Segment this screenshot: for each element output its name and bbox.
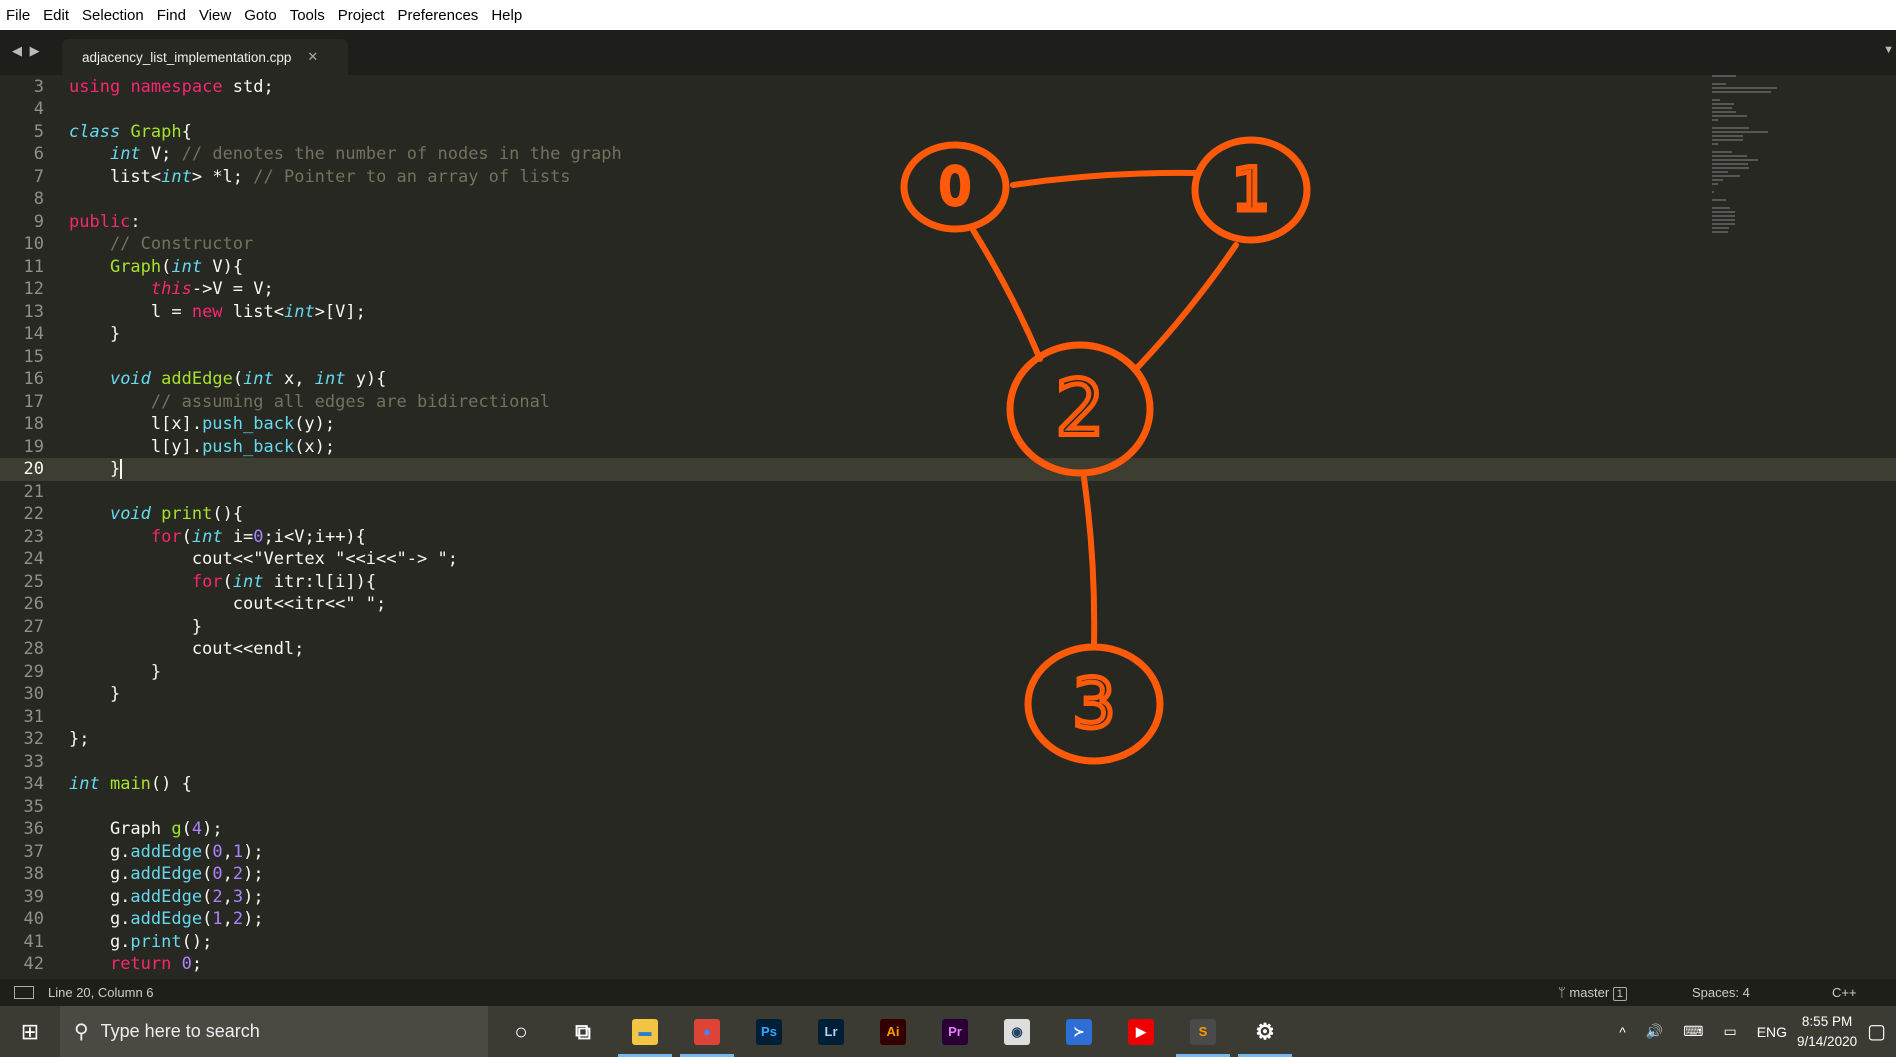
photoshop-icon: Ps: [756, 1018, 782, 1045]
taskbar-chrome[interactable]: ●: [676, 1006, 738, 1057]
taskbar-search[interactable]: ⚲ Type here to search: [60, 1006, 488, 1057]
graph-node-label: 2: [1056, 365, 1105, 454]
branch-count-badge: 1: [1612, 987, 1627, 1001]
illustrator-icon: Ai: [880, 1018, 906, 1045]
taskbar-premiere[interactable]: Pr: [924, 1006, 986, 1057]
git-branch[interactable]: ᛘ master 1: [1558, 985, 1627, 1001]
clock[interactable]: 8:55 PM 9/14/2020: [1797, 1012, 1857, 1052]
powershell-icon: ≻: [1066, 1018, 1092, 1045]
sublime-text-icon: S: [1190, 1018, 1216, 1045]
indentation[interactable]: Spaces: 4: [1692, 985, 1750, 1000]
settings-icon: ⚙: [1255, 1018, 1275, 1044]
graph-node-label: 0: [939, 158, 971, 216]
show-hidden-icons[interactable]: ^: [1619, 1024, 1626, 1040]
youtube-music-icon: ▶: [1128, 1018, 1154, 1045]
syntax[interactable]: C++: [1832, 985, 1857, 1000]
cortana-icon: ○: [514, 1018, 528, 1044]
cursor-position[interactable]: Line 20, Column 6: [48, 985, 154, 1000]
chrome-icon: ●: [694, 1018, 720, 1045]
premiere-icon: Pr: [942, 1018, 968, 1045]
keyboard-icon[interactable]: ⌨: [1683, 1023, 1703, 1040]
taskbar: ⊞ ⚲ Type here to search ○ ⧉ ▬ ● Ps Lr Ai Pr ◉ ≻ ▶ S…: [0, 1006, 1896, 1057]
app-globe-icon: ◉: [1004, 1018, 1030, 1045]
search-icon: ⚲: [74, 1021, 89, 1043]
branch-name: master: [1569, 985, 1610, 1000]
panel-toggle-icon[interactable]: [14, 986, 34, 999]
graph-node-label: 1: [1232, 155, 1270, 225]
taskbar-settings[interactable]: ⚙: [1234, 1006, 1296, 1057]
graph-drawing: 0 1 2 3: [900, 136, 1311, 765]
lightroom-icon: Lr: [818, 1018, 844, 1045]
clock-date: 9/14/2020: [1797, 1033, 1858, 1049]
graph-edge: [1133, 242, 1239, 372]
clock-time: 8:55 PM: [1801, 1013, 1853, 1029]
taskbar-photoshop[interactable]: Ps: [738, 1006, 800, 1057]
taskbar-cortana[interactable]: ○: [490, 1006, 552, 1057]
system-tray: ^ 🔊 ⌨ ▭ ENG 8:55 PM 9/14/2020 ▢: [1609, 1006, 1896, 1057]
graph-edge: [1081, 475, 1098, 647]
taskbar-youtube-music[interactable]: ▶: [1110, 1006, 1172, 1057]
notifications-icon[interactable]: ▢: [1867, 1019, 1886, 1044]
file-explorer-icon: ▬: [632, 1018, 658, 1045]
tablet-mode-icon[interactable]: ▭: [1723, 1023, 1736, 1040]
branch-icon: ᛘ: [1558, 985, 1570, 1000]
language-indicator[interactable]: ENG: [1757, 1024, 1787, 1040]
search-placeholder: Type here to search: [100, 1021, 260, 1041]
graph-edge: [1010, 169, 1200, 188]
taskbar-file-explorer[interactable]: ▬: [614, 1006, 676, 1057]
volume-icon[interactable]: 🔊: [1646, 1023, 1663, 1040]
taskbar-illustrator[interactable]: Ai: [862, 1006, 924, 1057]
taskbar-task-view[interactable]: ⧉: [552, 1006, 614, 1057]
taskbar-powershell[interactable]: ≻: [1048, 1006, 1110, 1057]
task-view-icon: ⧉: [575, 1018, 591, 1044]
taskbar-sublime-text[interactable]: S: [1172, 1006, 1234, 1057]
status-bar: Line 20, Column 6 ᛘ master 1 Spaces: 4 C…: [0, 979, 1896, 1006]
graph-edge: [970, 227, 1043, 362]
windows-start-icon[interactable]: ⊞: [0, 1019, 60, 1045]
taskbar-lightroom[interactable]: Lr: [800, 1006, 862, 1057]
graph-node-label: 3: [1072, 665, 1115, 744]
taskbar-app-globe[interactable]: ◉: [986, 1006, 1048, 1057]
